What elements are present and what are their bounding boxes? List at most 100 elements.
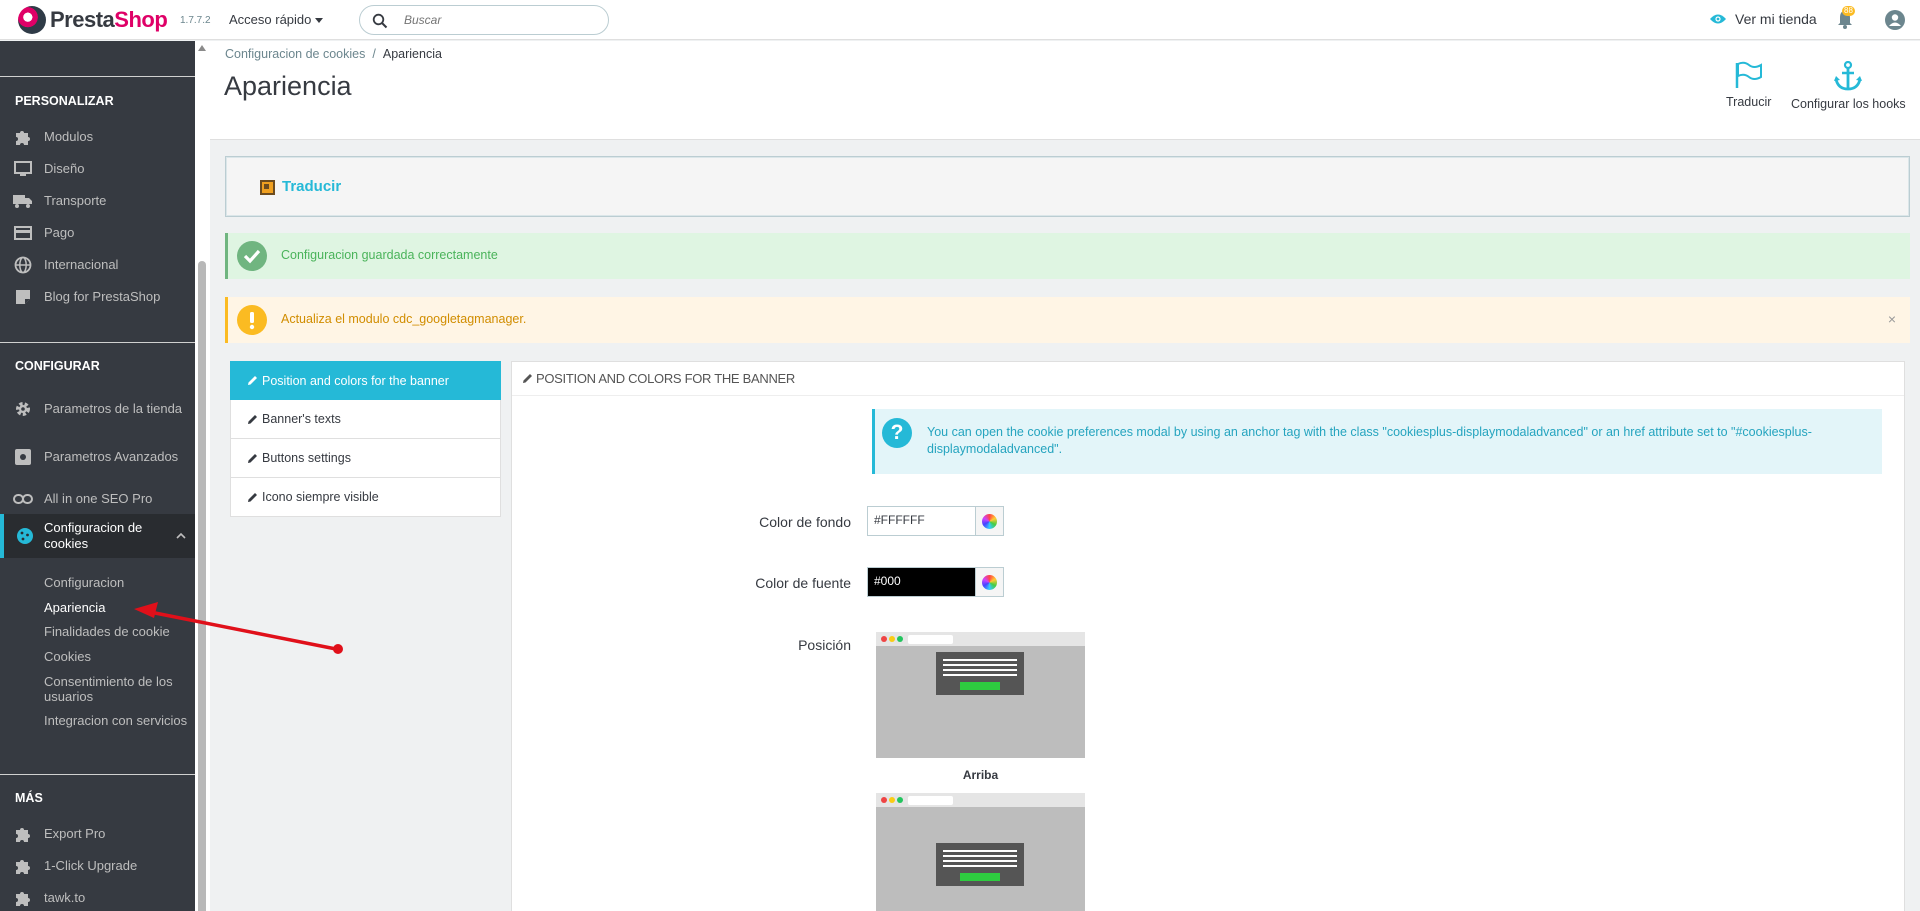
sidebar-item-diseno[interactable]: Diseño — [0, 158, 195, 180]
puzzle-icon — [15, 828, 30, 842]
sidebar-subitem-consentimiento[interactable]: Consentimiento de los usuarios — [44, 674, 184, 704]
search-input[interactable] — [404, 11, 594, 29]
position-option-middle[interactable] — [876, 793, 1085, 911]
breadcrumb-separator: / — [372, 47, 376, 61]
search-box[interactable] — [359, 5, 609, 35]
sidebar-item-parametros-tienda[interactable]: Parametros de la tienda — [0, 392, 195, 426]
browser-chrome — [876, 793, 1085, 807]
puzzle-icon — [15, 131, 30, 145]
sidebar-subitem-cookies[interactable]: Cookies — [44, 649, 91, 664]
logo-text: PrestaShop — [50, 7, 168, 32]
settings-tabs: Position and colors for the banner Banne… — [230, 361, 501, 517]
bg-color-field: #FFFFFF — [867, 506, 1004, 536]
section-mas: MÁS — [15, 791, 43, 805]
bg-color-input[interactable]: #FFFFFF — [868, 507, 976, 535]
tab-label: Banner's texts — [262, 412, 341, 426]
check-circle-icon — [237, 241, 267, 271]
banner-button-preview — [960, 873, 1000, 881]
sidebar-divider — [0, 76, 195, 77]
translate-toolbar-button[interactable]: Traducir — [1726, 61, 1771, 109]
window-dot — [889, 797, 895, 803]
configure-hooks-button[interactable]: Configurar los hooks — [1791, 61, 1906, 111]
scroll-up-arrow-icon[interactable] — [198, 45, 206, 51]
tab-label: Position and colors for the banner — [262, 373, 449, 388]
pencil-icon — [523, 374, 532, 383]
font-color-picker-button[interactable] — [975, 568, 1003, 596]
close-icon[interactable]: × — [1888, 311, 1896, 327]
warning-alert-text: Actualiza el modulo cdc_googletagmanager… — [281, 312, 527, 326]
globe-icon — [14, 256, 31, 274]
sidebar-subitem-configuracion[interactable]: Configuracion — [44, 575, 124, 590]
question-icon: ? — [882, 418, 912, 448]
sidebar-item-blog[interactable]: Blog for PrestaShop — [0, 286, 195, 308]
section-configurar: CONFIGURAR — [15, 359, 100, 373]
tab-buttons-settings[interactable]: Buttons settings — [230, 439, 501, 478]
sidebar-subitem-integracion[interactable]: Integracion con servicios — [44, 713, 187, 728]
prestashop-logo[interactable]: PrestaShop — [18, 6, 168, 34]
breadcrumb-parent[interactable]: Configuracion de cookies — [225, 47, 365, 61]
window-dot — [897, 797, 903, 803]
sidebar-item-label: Configuracion de cookies — [44, 520, 143, 551]
sidebar-subitem-finalidades[interactable]: Finalidades de cookie — [44, 624, 170, 639]
position-option-top[interactable] — [876, 632, 1085, 758]
sidebar-item-label: Pago — [44, 225, 75, 240]
bg-color-picker-button[interactable] — [975, 507, 1003, 535]
color-wheel-icon — [982, 574, 998, 590]
banner-line — [943, 659, 1017, 661]
tab-position-colors[interactable]: Position and colors for the banner — [230, 361, 501, 400]
sidebar-item-seo[interactable]: All in one SEO Pro — [0, 488, 195, 510]
sidebar-item-label: Blog for PrestaShop — [44, 289, 161, 304]
version-label: 1.7.7.2 — [180, 15, 211, 26]
breadcrumb: Configuracion de cookies / Apariencia — [225, 47, 442, 61]
banner-preview — [936, 843, 1024, 886]
page-title: Apariencia — [224, 71, 352, 101]
chevron-up-icon — [176, 532, 186, 539]
sidebar-item-label: All in one SEO Pro — [44, 491, 153, 506]
search-icon — [372, 13, 388, 29]
sidebar-item-modulos[interactable]: Modulos — [0, 126, 195, 148]
view-shop-label: Ver mi tienda — [1735, 11, 1817, 27]
sidebar-scrollbar[interactable] — [195, 41, 210, 911]
top-bar: PrestaShop 1.7.7.2 Acceso rápido Ver mi … — [0, 0, 1920, 40]
color-wheel-icon — [982, 513, 998, 529]
sidebar-item-tawkto[interactable]: tawk.to — [0, 887, 195, 909]
sidebar-subitem-apariencia[interactable]: Apariencia — [44, 600, 105, 615]
pencil-icon — [248, 453, 257, 463]
translate-link[interactable]: Traducir — [282, 178, 341, 195]
info-alert: ? You can open the cookie preferences mo… — [872, 409, 1882, 474]
banner-line — [943, 860, 1017, 862]
banner-line — [943, 664, 1017, 666]
sidebar-item-1-click-upgrade[interactable]: 1-Click Upgrade — [0, 855, 195, 877]
banner-button-preview — [960, 682, 1000, 690]
font-color-label: Color de fuente — [755, 575, 851, 591]
tab-label: Icono siempre visible — [262, 490, 379, 504]
cookie-icon — [16, 528, 33, 544]
font-color-input[interactable]: #000 — [868, 568, 976, 596]
pencil-icon — [248, 414, 257, 424]
sidebar-item-internacional[interactable]: Internacional — [0, 254, 195, 276]
sidebar-item-label: Internacional — [44, 257, 119, 272]
sidebar-divider — [0, 342, 195, 343]
sidebar-item-transporte[interactable]: Transporte — [0, 190, 195, 212]
sidebar-item-label: Parametros Avanzados — [44, 449, 179, 464]
browser-chrome — [876, 632, 1085, 646]
sidebar-divider — [0, 774, 195, 775]
font-color-field: #000 — [867, 567, 1004, 597]
sidebar-nav: PERSONALIZAR Modulos Diseño Transporte P… — [0, 41, 195, 911]
flag-icon — [1735, 61, 1762, 88]
position-label: Posición — [798, 637, 851, 653]
scrollbar-thumb[interactable] — [198, 261, 206, 911]
sidebar-item-pago[interactable]: Pago — [0, 222, 195, 244]
gear-icon — [15, 402, 30, 416]
sidebar-item-parametros-avanzados[interactable]: Parametros Avanzados — [0, 440, 195, 474]
sidebar-item-cookies[interactable]: Configuracion de cookies — [0, 514, 195, 558]
tab-banner-texts[interactable]: Banner's texts — [230, 400, 501, 439]
position-option-top-label: Arriba — [962, 768, 999, 782]
sidebar-item-export-pro[interactable]: Export Pro — [0, 823, 195, 845]
tab-icono-visible[interactable]: Icono siempre visible — [230, 478, 501, 517]
quick-access-dropdown[interactable]: Acceso rápido — [229, 12, 324, 27]
user-account-icon[interactable] — [1885, 10, 1905, 30]
section-personalizar: PERSONALIZAR — [15, 94, 114, 108]
view-shop-link[interactable]: Ver mi tienda — [1709, 11, 1817, 27]
translate-icon — [260, 180, 275, 195]
